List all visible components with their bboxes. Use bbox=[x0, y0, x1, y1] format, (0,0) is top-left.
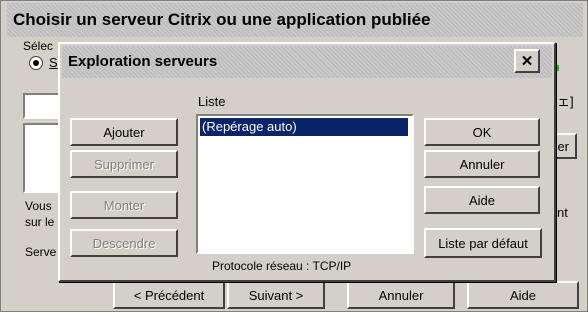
you-text: Vous bbox=[25, 199, 52, 213]
server-listbox[interactable]: (Repérage auto) bbox=[196, 114, 414, 254]
previous-button[interactable]: < Précédent bbox=[113, 281, 225, 309]
previous-button-label: < Précédent bbox=[133, 287, 205, 303]
add-button-label: Ajouter bbox=[103, 124, 145, 140]
server-text: Serve bbox=[25, 245, 57, 259]
radio-dot bbox=[33, 60, 39, 66]
close-icon: ✕ bbox=[520, 53, 534, 70]
back-cancel-button[interactable]: Annuler bbox=[347, 281, 455, 309]
move-down-button[interactable]: Descendre bbox=[70, 229, 178, 257]
back-help-button-label: Aide bbox=[509, 287, 537, 303]
network-protocol-text: Protocole réseau : TCP/IP bbox=[212, 259, 352, 273]
right-fragment-3: nt bbox=[557, 205, 568, 220]
server-name-field[interactable] bbox=[23, 93, 63, 119]
dialog-title: Exploration serveurs bbox=[62, 46, 552, 78]
cancel-button[interactable]: Annuler bbox=[424, 150, 540, 178]
add-button[interactable]: Ajouter bbox=[70, 118, 178, 146]
default-list-button[interactable]: Liste par défaut bbox=[424, 228, 542, 258]
ok-button[interactable]: OK bbox=[424, 118, 540, 146]
server-browse-dialog: Exploration serveurs ✕ Liste (Repérage a… bbox=[58, 42, 556, 282]
back-help-button[interactable]: Aide bbox=[467, 281, 579, 309]
next-button-label: Suivant > bbox=[248, 287, 304, 303]
list-label: Liste bbox=[198, 94, 226, 109]
close-button[interactable]: ✕ bbox=[514, 49, 540, 73]
move-up-button-label: Monter bbox=[103, 197, 145, 213]
remove-button-label: Supprimer bbox=[94, 156, 154, 172]
radio-server[interactable] bbox=[29, 56, 43, 70]
back-cancel-button-label: Annuler bbox=[378, 287, 424, 303]
list-item[interactable]: (Repérage auto) bbox=[200, 118, 408, 136]
window-title: Choisir un serveur Citrix ou une applica… bbox=[7, 3, 583, 37]
remove-button[interactable]: Supprimer bbox=[70, 150, 178, 178]
move-down-button-label: Descendre bbox=[92, 235, 156, 251]
application-list[interactable] bbox=[23, 123, 63, 193]
help-button-label: Aide bbox=[468, 192, 496, 208]
on-text: sur le bbox=[25, 215, 55, 229]
ok-button-label: OK bbox=[472, 124, 492, 140]
select-label: Sélec bbox=[23, 39, 54, 53]
cancel-button-label: Annuler bbox=[459, 156, 505, 172]
right-fragment-1: ェ] bbox=[557, 94, 574, 109]
move-up-button[interactable]: Monter bbox=[70, 191, 178, 219]
help-button[interactable]: Aide bbox=[424, 186, 540, 214]
radio-server-label: S bbox=[49, 55, 58, 70]
next-button[interactable]: Suivant > bbox=[227, 281, 325, 309]
default-list-button-label: Liste par défaut bbox=[438, 235, 528, 251]
right-fragment-button-label: er bbox=[557, 138, 569, 154]
